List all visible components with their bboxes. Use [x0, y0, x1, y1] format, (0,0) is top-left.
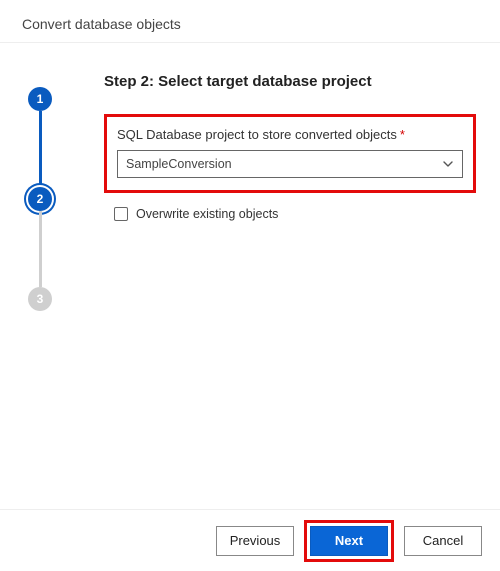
cancel-button[interactable]: Cancel — [404, 526, 482, 556]
target-project-label: SQL Database project to store converted … — [117, 127, 463, 142]
step-heading: Step 2: Select target database project — [104, 73, 476, 90]
step-connector-2-3 — [39, 211, 42, 287]
target-project-field-highlight: SQL Database project to store converted … — [104, 114, 476, 193]
next-button[interactable]: Next — [310, 526, 388, 556]
overwrite-checkbox-row: Overwrite existing objects — [114, 207, 476, 221]
target-project-label-text: SQL Database project to store converted … — [117, 127, 397, 142]
step-2-node: 2 — [28, 187, 52, 211]
target-project-select-value: SampleConversion — [126, 157, 232, 171]
chevron-down-icon — [442, 158, 454, 170]
overwrite-checkbox[interactable] — [114, 207, 128, 221]
required-asterisk: * — [400, 127, 405, 142]
wizard-stepper: 1 2 3 — [0, 43, 80, 504]
overwrite-checkbox-label: Overwrite existing objects — [136, 207, 278, 221]
step-content: Step 2: Select target database project S… — [80, 43, 500, 504]
target-project-select[interactable]: SampleConversion — [117, 150, 463, 178]
step-connector-1-2 — [39, 111, 42, 187]
dialog-footer: Previous Next Cancel — [0, 509, 500, 571]
dialog-body: 1 2 3 Step 2: Select target database pro… — [0, 43, 500, 504]
next-button-highlight: Next — [304, 520, 394, 562]
dialog-title: Convert database objects — [0, 0, 500, 43]
step-3-node: 3 — [28, 287, 52, 311]
step-1-node: 1 — [28, 87, 52, 111]
previous-button[interactable]: Previous — [216, 526, 294, 556]
